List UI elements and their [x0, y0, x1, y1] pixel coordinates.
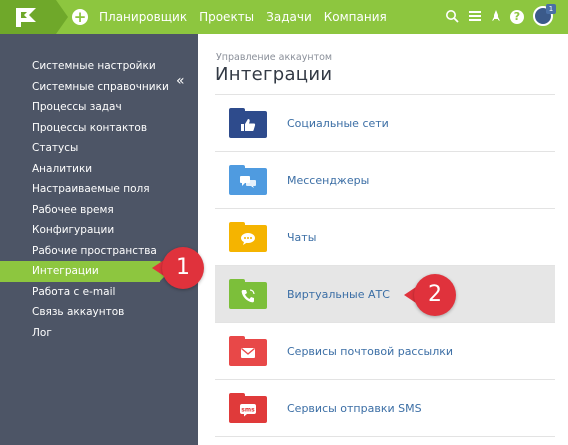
add-icon[interactable]: + [72, 9, 88, 25]
sidebar-item-custom-fields[interactable]: Настраиваемые поля [0, 179, 198, 200]
chat-bubbles-icon [229, 165, 267, 195]
list-item-messengers[interactable]: Мессенджеры [215, 152, 555, 209]
menu-icon[interactable] [467, 9, 483, 25]
sidebar-item-integrations[interactable]: Интеграции [0, 261, 170, 282]
sidebar-item-task-processes[interactable]: Процессы задач [0, 97, 198, 118]
page-title: Интеграции [215, 64, 333, 85]
flag-logo-icon [16, 8, 36, 27]
row-label[interactable]: Мессенджеры [287, 152, 369, 209]
sidebar-item-contact-processes[interactable]: Процессы контактов [0, 118, 198, 139]
top-bar: + Планировщик Проекты Задачи Компания ? … [0, 0, 568, 34]
thumbs-up-icon [229, 108, 267, 138]
sidebar-item-log[interactable]: Лог [0, 323, 198, 344]
nav-item-company[interactable]: Компания [324, 9, 387, 25]
nav-item-tasks[interactable]: Задачи [266, 9, 312, 25]
sidebar-item-analytics[interactable]: Аналитики [0, 159, 198, 180]
integrations-list: Социальные сети Мессенджеры Чаты Виртуал… [215, 94, 555, 437]
notification-badge: 1 [546, 4, 556, 14]
list-item-mailing-services[interactable]: Сервисы почтовой рассылки [215, 323, 555, 380]
help-icon[interactable]: ? [510, 10, 524, 24]
list-item-social-networks[interactable]: Социальные сети [215, 95, 555, 152]
sidebar-menu: Системные настройки Системные справочник… [0, 56, 198, 343]
row-label[interactable]: Социальные сети [287, 95, 389, 152]
sidebar-item-account-links[interactable]: Связь аккаунтов [0, 302, 198, 323]
sms-icon-text: sms [241, 406, 255, 413]
sidebar-item-email[interactable]: Работа с e-mail [0, 282, 198, 303]
phone-icon [229, 279, 267, 309]
app-logo[interactable] [0, 0, 56, 34]
list-item-virtual-pbx[interactable]: Виртуальные АТС [215, 266, 555, 323]
sms-icon: sms [229, 393, 267, 423]
list-item-chats[interactable]: Чаты [215, 209, 555, 266]
row-label[interactable]: Сервисы отправки SMS [287, 380, 422, 437]
sidebar-item-working-time[interactable]: Рабочее время [0, 200, 198, 221]
row-label[interactable]: Виртуальные АТС [287, 266, 390, 323]
nav-item-planner[interactable]: Планировщик [99, 9, 187, 25]
breadcrumb[interactable]: Управление аккаунтом [216, 52, 332, 63]
list-item-sms-services[interactable]: sms Сервисы отправки SMS [215, 380, 555, 437]
callout-badge-2: 2 [414, 274, 456, 316]
callout-badge-1: 1 [162, 247, 204, 289]
row-label[interactable]: Чаты [287, 209, 316, 266]
main-content: Управление аккаунтом Интеграции Социальн… [198, 34, 568, 445]
search-icon[interactable] [444, 9, 460, 25]
chat-dots-icon [229, 222, 267, 252]
sidebar-item-configurations[interactable]: Конфигурации [0, 220, 198, 241]
envelope-icon [229, 336, 267, 366]
row-label[interactable]: Сервисы почтовой рассылки [287, 323, 453, 380]
sidebar-item-system-directories[interactable]: Системные справочники [0, 77, 198, 98]
logo-arrow [56, 0, 68, 34]
nav-item-projects[interactable]: Проекты [199, 9, 254, 25]
sidebar-item-system-settings[interactable]: Системные настройки [0, 56, 198, 77]
sidebar-item-statuses[interactable]: Статусы [0, 138, 198, 159]
rocket-icon[interactable] [488, 9, 504, 25]
main-nav: Планировщик Проекты Задачи Компания [99, 9, 387, 25]
